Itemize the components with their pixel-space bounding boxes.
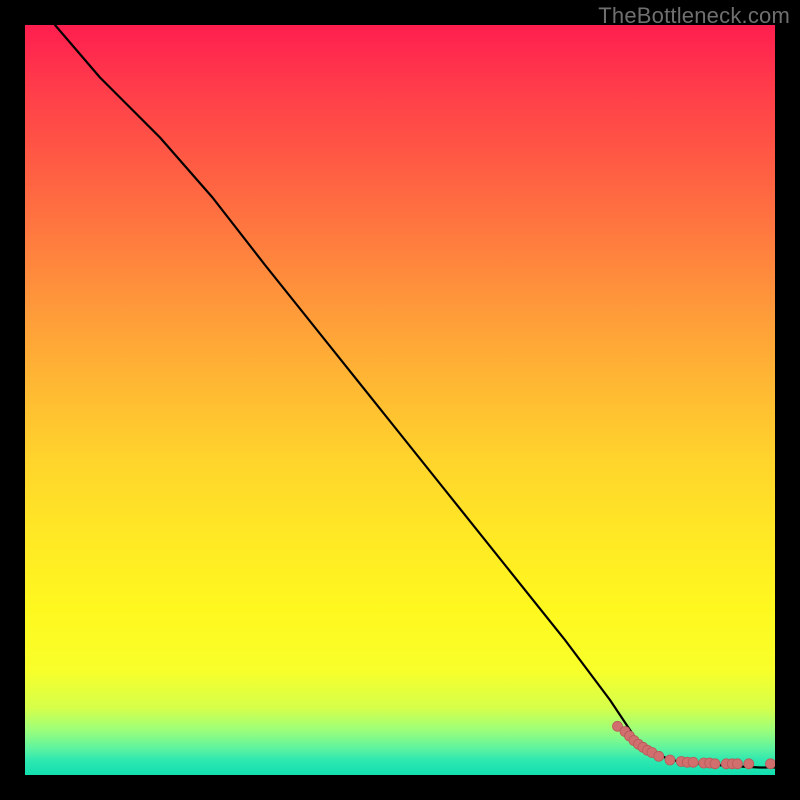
data-point-dot (676, 757, 686, 767)
main-curve-line (55, 25, 775, 768)
data-point-dot (682, 757, 692, 767)
data-point-dot (688, 757, 698, 767)
data-point-dot (647, 748, 657, 758)
data-point-dot (665, 755, 675, 765)
chart-overlay-svg (25, 25, 775, 775)
data-point-dot (721, 759, 731, 769)
data-point-dot (613, 721, 623, 731)
data-point-dot (620, 727, 630, 737)
data-point-dot (727, 759, 737, 769)
bottom-dots-group (613, 721, 776, 769)
data-point-dot (699, 758, 709, 768)
chart-stage: TheBottleneck.com (0, 0, 800, 800)
data-point-dot (733, 759, 743, 769)
data-point-dot (629, 736, 639, 746)
data-point-dot (744, 759, 754, 769)
data-point-dot (766, 759, 776, 769)
data-point-dot (643, 745, 653, 755)
data-point-dot (705, 758, 715, 768)
data-point-dot (710, 759, 720, 769)
data-point-dot (634, 739, 644, 749)
data-point-dot (654, 751, 664, 761)
plot-area (25, 25, 775, 775)
data-point-dot (625, 731, 635, 741)
data-point-dot (638, 742, 648, 752)
